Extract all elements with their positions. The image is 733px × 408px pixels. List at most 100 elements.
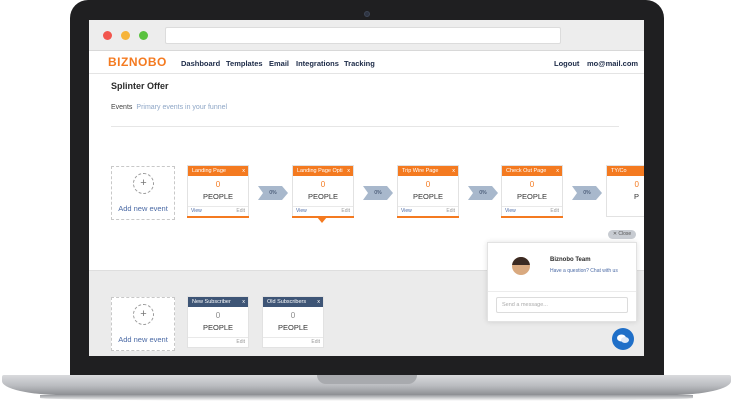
address-bar[interactable] bbox=[165, 27, 561, 44]
chat-team-name: Biznobo Team bbox=[550, 257, 591, 263]
card-header: Landing Page x bbox=[188, 166, 248, 176]
selected-caret-icon bbox=[317, 217, 327, 223]
card-underline bbox=[187, 216, 249, 218]
card-header: Check Out Page x bbox=[502, 166, 562, 176]
top-nav: BIZNOBO Dashboard Templates Email Integr… bbox=[89, 52, 644, 74]
remove-card-icon[interactable]: x bbox=[242, 166, 245, 176]
funnel-card-ty-co[interactable]: TY/Co 0 P bbox=[606, 165, 644, 217]
view-link[interactable]: View bbox=[296, 207, 307, 216]
card-underline bbox=[501, 216, 563, 218]
card-underline bbox=[397, 216, 459, 218]
minimize-window-icon[interactable] bbox=[121, 31, 130, 40]
divider bbox=[111, 126, 619, 127]
chat-close-button[interactable]: ✕ Close bbox=[608, 230, 636, 239]
view-link[interactable]: View bbox=[401, 207, 412, 216]
card-count: 0 bbox=[320, 180, 326, 189]
card-title: Trip Wire Page bbox=[402, 168, 439, 174]
chat-divider bbox=[488, 291, 636, 292]
browser-chrome bbox=[89, 20, 644, 51]
edit-link[interactable]: Edit bbox=[341, 207, 350, 216]
funnel-card-check-out[interactable]: Check Out Page x 0 PEOPLE View Edit bbox=[501, 165, 563, 218]
edit-link[interactable]: Edit bbox=[550, 207, 559, 216]
card-title: Check Out Page bbox=[506, 168, 547, 174]
view-link[interactable]: View bbox=[505, 207, 516, 216]
card-unit: P bbox=[633, 192, 639, 201]
card-header: TY/Co bbox=[607, 166, 644, 176]
card-count: 0 bbox=[215, 180, 221, 189]
card-unit: PEOPLE bbox=[412, 192, 443, 201]
chat-launcher-button[interactable] bbox=[612, 328, 634, 350]
card-title: Landing Page Opti bbox=[297, 168, 343, 174]
sub-nav: Events Primary events in your funnel bbox=[111, 104, 227, 111]
card-count: 0 bbox=[529, 180, 535, 189]
card-footer: Edit bbox=[188, 337, 248, 347]
page-title: Splinter Offer bbox=[111, 81, 169, 91]
card-header: Landing Page Opti x bbox=[293, 166, 353, 176]
funnel-card-trip-wire[interactable]: Trip Wire Page x 0 PEOPLE View Edit bbox=[397, 165, 459, 218]
chat-prompt: Have a question? Chat with us bbox=[550, 268, 618, 274]
remove-card-icon[interactable]: x bbox=[556, 166, 559, 176]
card-unit: PEOPLE bbox=[202, 192, 233, 201]
chat-widget: Biznobo Team Have a question? Chat with … bbox=[487, 242, 637, 322]
funnel-card-landing-page-opti[interactable]: Landing Page Opti x 0 PEOPLE View Edit bbox=[292, 165, 354, 218]
add-event-label: Add new event bbox=[118, 204, 168, 213]
close-window-icon[interactable] bbox=[103, 31, 112, 40]
card-footer: View Edit bbox=[398, 206, 458, 216]
add-event-button[interactable]: + Add new event bbox=[111, 166, 175, 220]
remove-card-icon[interactable]: x bbox=[452, 166, 455, 176]
funnel-card-landing-page[interactable]: Landing Page x 0 PEOPLE View Edit bbox=[187, 165, 249, 218]
card-unit: PEOPLE bbox=[307, 192, 338, 201]
card-footer: View Edit bbox=[502, 206, 562, 216]
conversion-rate: 0% bbox=[583, 190, 591, 196]
card-count: 0 bbox=[290, 311, 296, 320]
camera-icon bbox=[364, 11, 370, 17]
remove-card-icon[interactable]: x bbox=[242, 297, 245, 307]
card-unit: PEOPLE bbox=[202, 323, 233, 332]
nav-templates[interactable]: Templates bbox=[226, 59, 263, 68]
edit-link[interactable]: Edit bbox=[446, 207, 455, 216]
nav-email[interactable]: Email bbox=[269, 59, 289, 68]
chat-message-input[interactable]: Send a message... bbox=[496, 297, 628, 313]
card-title: TY/Co bbox=[611, 168, 627, 174]
card-title: Landing Page bbox=[192, 168, 226, 174]
nav-tracking[interactable]: Tracking bbox=[344, 59, 375, 68]
add-event-label: Add new event bbox=[118, 335, 168, 344]
edit-link[interactable]: Edit bbox=[236, 338, 245, 347]
screen: BIZNOBO Dashboard Templates Email Integr… bbox=[89, 20, 644, 356]
card-footer: Edit bbox=[263, 337, 323, 347]
edit-link[interactable]: Edit bbox=[236, 207, 245, 216]
conversion-rate: 0% bbox=[374, 190, 382, 196]
laptop-notch bbox=[317, 375, 417, 384]
card-footer: View Edit bbox=[188, 206, 248, 216]
view-link[interactable]: View bbox=[191, 207, 202, 216]
card-count: 0 bbox=[425, 180, 431, 189]
conversion-rate: 0% bbox=[269, 190, 277, 196]
plus-icon: + bbox=[133, 173, 154, 194]
edit-link[interactable]: Edit bbox=[311, 338, 320, 347]
nav-dashboard[interactable]: Dashboard bbox=[181, 59, 220, 68]
remove-card-icon[interactable]: x bbox=[317, 297, 320, 307]
card-footer: View Edit bbox=[293, 206, 353, 216]
event-card-old-subscribers[interactable]: Old Subscribers x 0 PEOPLE Edit bbox=[262, 296, 324, 348]
card-count: 0 bbox=[215, 311, 221, 320]
events-tab[interactable]: Events bbox=[111, 104, 132, 111]
event-card-new-subscriber[interactable]: New Subscriber x 0 PEOPLE Edit bbox=[187, 296, 249, 348]
maximize-window-icon[interactable] bbox=[139, 31, 148, 40]
user-email[interactable]: mo@mail.com bbox=[587, 59, 638, 68]
card-title: Old Subscribers bbox=[267, 299, 307, 305]
card-title: New Subscriber bbox=[192, 299, 231, 305]
avatar bbox=[512, 257, 530, 275]
card-count: 0 bbox=[634, 180, 639, 189]
remove-card-icon[interactable]: x bbox=[347, 166, 350, 176]
nav-integrations[interactable]: Integrations bbox=[296, 59, 339, 68]
card-header: New Subscriber x bbox=[188, 297, 248, 307]
logout-link[interactable]: Logout bbox=[554, 59, 579, 68]
logo[interactable]: BIZNOBO bbox=[108, 55, 167, 69]
events-hint: Primary events in your funnel bbox=[136, 104, 228, 111]
chat-bubble-icon bbox=[617, 334, 629, 343]
card-unit: PEOPLE bbox=[516, 192, 547, 201]
plus-icon: + bbox=[133, 304, 154, 325]
add-secondary-event-button[interactable]: + Add new event bbox=[111, 297, 175, 351]
card-header: Old Subscribers x bbox=[263, 297, 323, 307]
card-unit: PEOPLE bbox=[277, 323, 308, 332]
